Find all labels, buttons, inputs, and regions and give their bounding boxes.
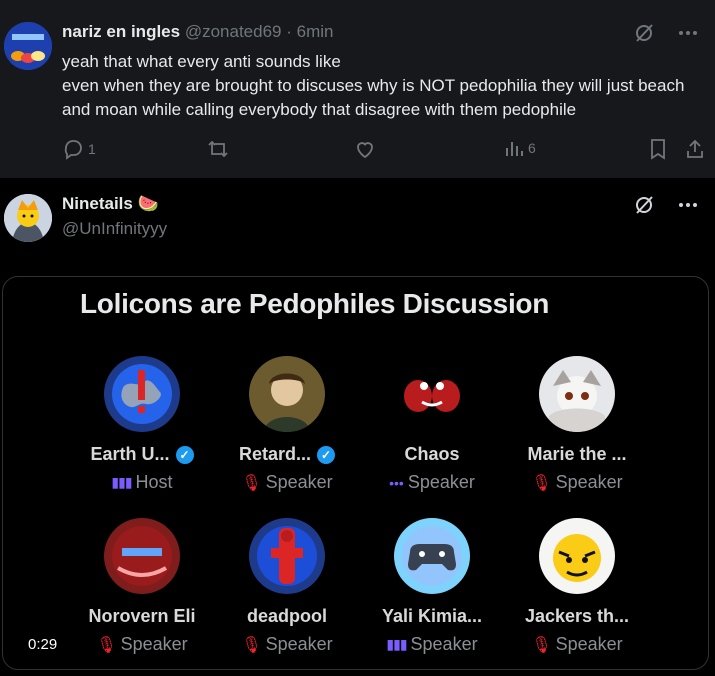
participant-name-row: deadpool	[212, 606, 362, 627]
bookmark-button[interactable]	[648, 138, 668, 160]
reply-icon	[64, 140, 82, 160]
participant-name: Chaos	[404, 444, 460, 464]
participant[interactable]: Marie the ... 🎙 Speaker	[502, 356, 652, 493]
participant-avatar	[539, 356, 615, 432]
author-name[interactable]: Ninetails	[62, 194, 133, 213]
verified-icon: ✓	[317, 445, 336, 464]
participant-avatar	[104, 356, 180, 432]
speaking-bars-icon: ▮▮▮	[386, 636, 407, 652]
timestamp[interactable]: 6min	[297, 22, 334, 41]
mic-off-icon: 🎙	[531, 474, 552, 492]
participant-role: Speaker	[555, 634, 623, 654]
share-button[interactable]	[684, 138, 706, 160]
participant-name: Earth U...	[90, 444, 170, 464]
participant-role: Speaker	[120, 634, 188, 654]
participant-role: Speaker	[407, 472, 475, 492]
participant-avatar	[539, 518, 615, 594]
participant-role-row: 🎙 Speaker	[67, 634, 217, 655]
tweet-actions: 1 6	[0, 138, 715, 164]
more-icon[interactable]	[675, 20, 701, 46]
participant-name-row: Marie the ...	[502, 444, 652, 465]
verified-icon: ✓	[175, 445, 194, 464]
participant[interactable]: Norovern Eli 🎙 Speaker	[67, 518, 217, 655]
participant-role: Speaker	[265, 634, 333, 654]
speaking-dots-icon: •••	[389, 474, 404, 491]
participant-name-row: Earth U... ✓	[67, 444, 217, 465]
participant[interactable]: Retard... ✓ 🎙 Speaker	[212, 356, 362, 493]
participant-name-row: Yali Kimia...	[357, 606, 507, 627]
grok-icon[interactable]	[631, 192, 657, 218]
participant-name-row: Jackers th...	[502, 606, 652, 627]
participant-avatar	[249, 518, 325, 594]
tweet-line: even when they are brought to discuses w…	[62, 76, 685, 119]
reply-count: 1	[88, 141, 96, 157]
participant-role-row: ▮▮▮ Speaker	[357, 634, 507, 655]
reply-button[interactable]: 1	[62, 138, 96, 160]
separator: ·	[286, 22, 292, 41]
tweet-text: yeah that what every anti sounds like ev…	[62, 50, 712, 122]
participant-role-row: ••• Speaker	[357, 472, 507, 493]
participant-role-row: 🎙 Speaker	[502, 634, 652, 655]
author-handle[interactable]: @zonated69	[185, 22, 282, 41]
mic-off-icon: 🎙	[241, 636, 262, 654]
tweet-header: nariz en ingles @zonated69 · 6min	[62, 22, 334, 42]
tweet-line: yeah that what every anti sounds like	[62, 52, 341, 71]
participant-name: Jackers th...	[524, 606, 630, 626]
participant-role-row: ▮▮▮ Host	[67, 472, 217, 493]
participant[interactable]: Earth U... ✓ ▮▮▮ Host	[67, 356, 217, 493]
avatar[interactable]	[4, 194, 52, 242]
author-handle[interactable]: @UnInfinityyy	[62, 219, 167, 239]
bookmark-icon	[651, 139, 665, 160]
space-title: Lolicons are Pedophiles Discussion	[80, 288, 550, 319]
avatar[interactable]	[4, 22, 52, 70]
participant[interactable]: Yali Kimia... ▮▮▮ Speaker	[357, 518, 507, 655]
author-name-row[interactable]: Ninetails 🍉	[62, 194, 159, 214]
participant-name: Yali Kimia...	[381, 606, 483, 626]
watermelon-emoji: 🍉	[137, 194, 159, 213]
participant[interactable]: Chaos ••• Speaker	[357, 356, 507, 493]
mic-off-icon: 🎙	[96, 636, 117, 654]
participant-role-row: 🎙 Speaker	[212, 472, 362, 493]
participant-name-row: Norovern Eli	[67, 606, 217, 627]
participant-role: Speaker	[265, 472, 333, 492]
grok-icon[interactable]	[631, 20, 657, 46]
mic-off-icon: 🎙	[241, 474, 262, 492]
participant-avatar	[249, 356, 325, 432]
participant[interactable]: deadpool 🎙 Speaker	[212, 518, 362, 655]
participant-role: Speaker	[555, 472, 623, 492]
retweet-button[interactable]	[206, 138, 230, 160]
participant-role-row: 🎙 Speaker	[502, 472, 652, 493]
participant-role-row: 🎙 Speaker	[212, 634, 362, 655]
participant-avatar	[394, 518, 470, 594]
participant-name: Marie the ...	[527, 444, 627, 464]
like-button[interactable]	[354, 138, 376, 160]
reply-tweet[interactable]: nariz en ingles @zonated69 · 6min yeah t…	[0, 0, 715, 178]
host-icon: ▮▮▮	[111, 474, 132, 490]
participant-name: deadpool	[247, 606, 327, 626]
share-icon	[687, 139, 703, 158]
views-button[interactable]: 6	[504, 138, 536, 158]
participant-role: Speaker	[410, 634, 478, 654]
participant-avatar	[394, 356, 470, 432]
views-count: 6	[528, 140, 536, 156]
participant-name-row: Retard... ✓	[212, 444, 362, 465]
participant-avatar	[104, 518, 180, 594]
participant-name: Retard...	[238, 444, 312, 464]
author-name[interactable]: nariz en ingles	[62, 22, 180, 41]
views-icon	[506, 142, 523, 156]
mic-off-icon: 🎙	[531, 636, 552, 654]
heart-icon	[357, 142, 373, 159]
participant-name: Norovern Eli	[88, 606, 196, 626]
participant-name-row: Chaos	[357, 444, 507, 465]
tweet-top-actions	[631, 20, 701, 46]
retweet-icon	[208, 140, 228, 158]
video-timer: 0:29	[22, 634, 64, 655]
participant[interactable]: Jackers th... 🎙 Speaker	[502, 518, 652, 655]
tweet-top-actions	[631, 192, 701, 218]
more-icon[interactable]	[675, 192, 701, 218]
participant-role: Host	[135, 472, 173, 492]
